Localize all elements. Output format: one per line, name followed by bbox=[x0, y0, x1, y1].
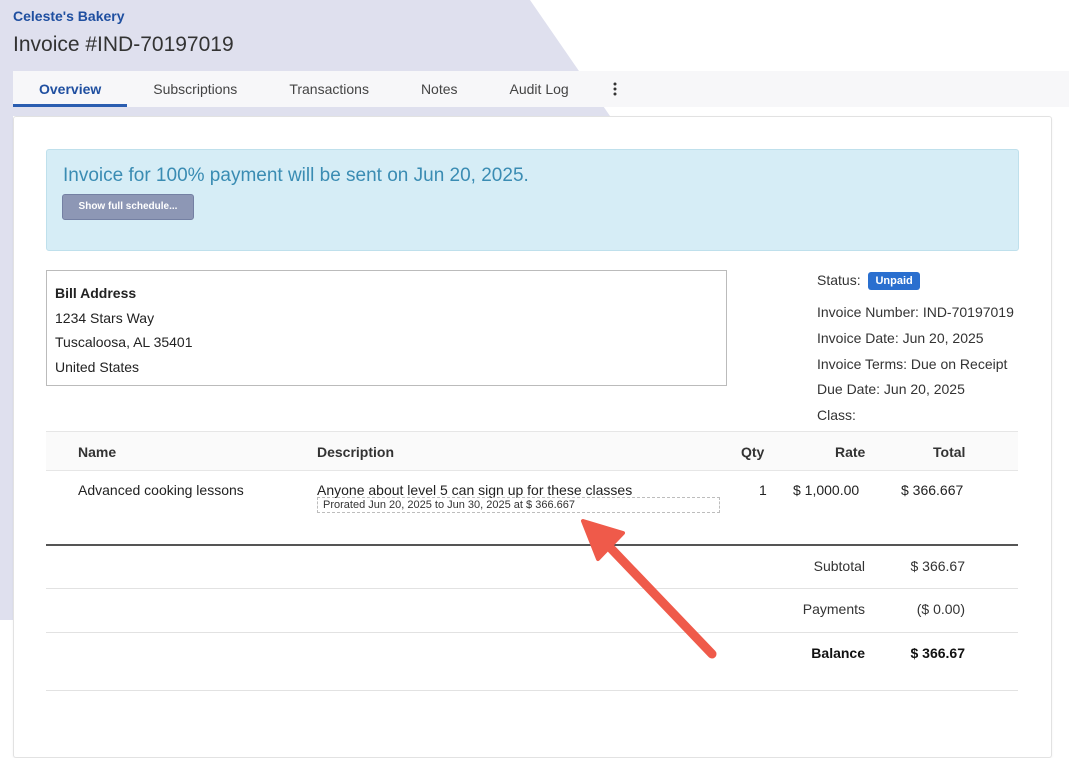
column-name: Name bbox=[78, 444, 117, 460]
due-date: Due Date: Jun 20, 2025 bbox=[817, 381, 965, 397]
bill-address-box: Bill Address 1234 Stars Way Tuscaloosa, … bbox=[46, 270, 727, 386]
totals-divider bbox=[46, 544, 1018, 546]
subtotal-value: $ 366.67 bbox=[910, 558, 966, 574]
bill-address-line1: 1234 Stars Way bbox=[55, 310, 155, 326]
balance-value: $ 366.67 bbox=[910, 645, 966, 661]
item-total: $ 366.667 bbox=[901, 482, 964, 498]
schedule-banner: Invoice for 100% payment will be sent on… bbox=[46, 149, 1019, 251]
item-qty: 1 bbox=[759, 482, 767, 498]
subtotal-label: Subtotal bbox=[813, 558, 865, 574]
company-name[interactable]: Celeste's Bakery bbox=[13, 8, 125, 24]
status-label: Status: bbox=[817, 272, 861, 288]
tab-transactions[interactable]: Transactions bbox=[263, 71, 395, 107]
payments-value: ($ 0.00) bbox=[916, 601, 965, 617]
bill-address-title: Bill Address bbox=[55, 285, 137, 301]
balance-label: Balance bbox=[811, 645, 865, 661]
show-schedule-button[interactable]: Show full schedule... bbox=[62, 194, 194, 220]
divider bbox=[46, 588, 1018, 589]
item-rate: $ 1,000.00 bbox=[793, 482, 860, 498]
banner-text: Invoice for 100% payment will be sent on… bbox=[63, 165, 529, 186]
vertical-ellipsis-icon[interactable] bbox=[595, 71, 635, 107]
invoice-date: Invoice Date: Jun 20, 2025 bbox=[817, 330, 984, 346]
item-name: Advanced cooking lessons bbox=[78, 482, 244, 498]
tab-subscriptions[interactable]: Subscriptions bbox=[127, 71, 263, 107]
column-description: Description bbox=[317, 444, 395, 460]
status-row: Status: Unpaid bbox=[817, 272, 920, 291]
bill-address-line2: Tuscaloosa, AL 35401 bbox=[55, 334, 193, 350]
proration-note: Prorated Jun 20, 2025 to Jun 30, 2025 at… bbox=[317, 497, 720, 513]
divider bbox=[46, 690, 1018, 691]
payments-label: Payments bbox=[802, 601, 865, 617]
item-description: Anyone about level 5 can sign up for the… bbox=[317, 482, 633, 498]
tab-bar: Overview Subscriptions Transactions Note… bbox=[13, 71, 1069, 107]
class-field: Class: bbox=[817, 407, 856, 423]
invoice-card: Invoice for 100% payment will be sent on… bbox=[13, 116, 1052, 758]
status-badge: Unpaid bbox=[868, 272, 920, 291]
bill-address-line3: United States bbox=[55, 359, 140, 375]
page-title: Invoice #IND-70197019 bbox=[13, 33, 234, 56]
tab-notes[interactable]: Notes bbox=[395, 71, 484, 107]
tab-overview[interactable]: Overview bbox=[13, 71, 128, 107]
column-rate: Rate bbox=[835, 444, 866, 460]
invoice-number: Invoice Number: IND-70197019 bbox=[817, 304, 1014, 320]
divider bbox=[46, 632, 1018, 633]
invoice-terms: Invoice Terms: Due on Receipt bbox=[817, 356, 1008, 372]
column-qty: Qty bbox=[741, 444, 765, 460]
table-header: Name Description Qty Rate Total bbox=[46, 431, 1018, 471]
tab-audit-log[interactable]: Audit Log bbox=[484, 71, 595, 107]
column-total: Total bbox=[933, 444, 966, 460]
